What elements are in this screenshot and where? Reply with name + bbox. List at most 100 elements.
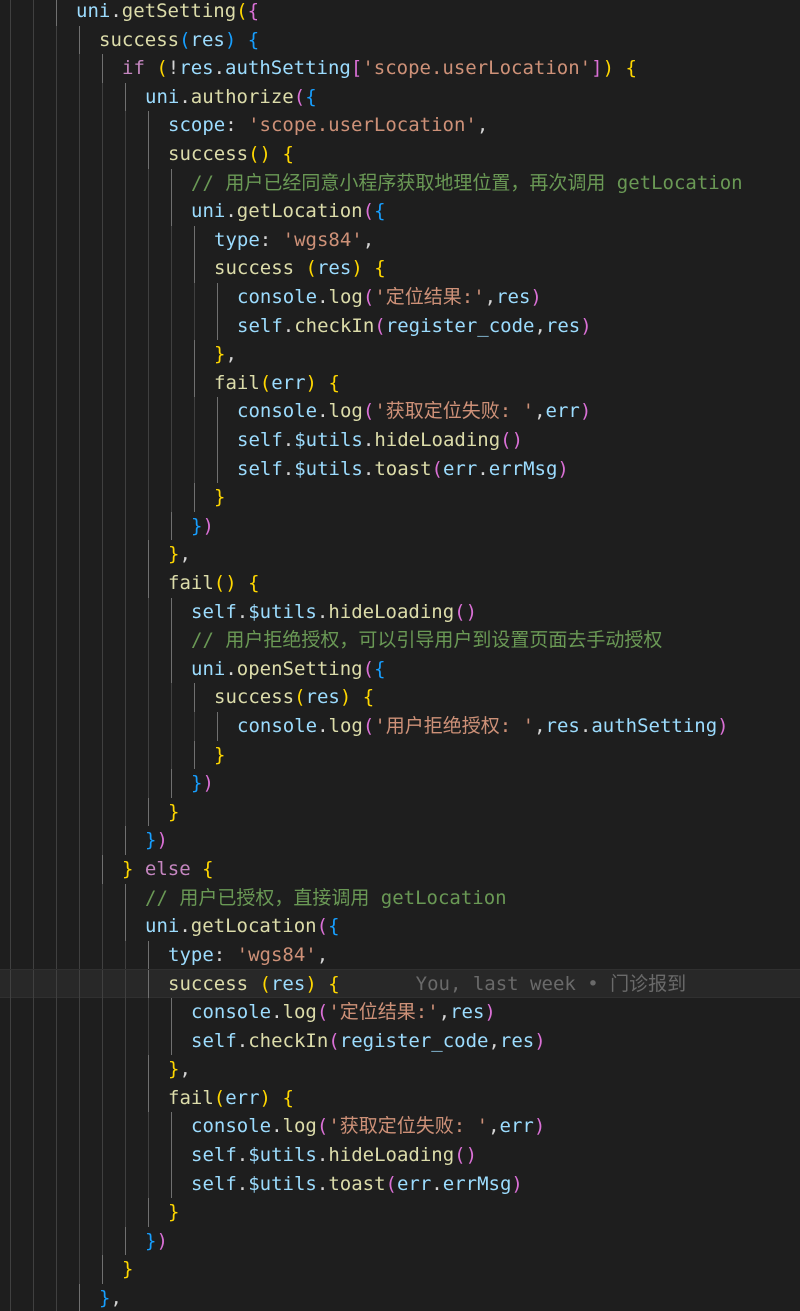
indent-guide: [79, 1112, 80, 1141]
code-token: (: [259, 973, 271, 996]
indent-guide: [56, 797, 57, 827]
code-line[interactable]: console.log('定位结果:',res): [0, 283, 800, 312]
indent-guide: [125, 769, 126, 798]
code-line[interactable]: success(res) {: [0, 25, 800, 55]
code-token: else: [144, 858, 191, 880]
indent-guide: [102, 225, 103, 255]
code-editor[interactable]: uni.getSetting({success(res) {if (!res.a…: [0, 0, 800, 1311]
code-line[interactable]: }: [0, 483, 800, 512]
indent-guide: [125, 626, 126, 655]
indent-guide: [79, 454, 80, 484]
code-token: register_code: [339, 1029, 489, 1052]
code-line[interactable]: },: [0, 340, 800, 369]
code-line[interactable]: uni.openSetting({: [0, 654, 800, 684]
code-text: type: 'wgs84',: [214, 226, 374, 255]
indent-guide: [10, 712, 11, 741]
code-token: $utils: [294, 457, 363, 480]
code-line[interactable]: success (res) {: [0, 254, 800, 283]
code-token: .: [236, 600, 249, 623]
indent-guide: [33, 454, 34, 484]
indent-guide: [79, 140, 80, 169]
code-line[interactable]: success(res) {: [0, 683, 800, 712]
code-line[interactable]: } else {: [0, 855, 800, 884]
code-line[interactable]: self.$utils.hideLoading(): [0, 426, 800, 455]
code-token: .: [179, 85, 191, 108]
code-text: success() {: [168, 140, 294, 169]
code-line[interactable]: }: [0, 740, 800, 770]
code-text: },: [168, 540, 191, 569]
code-line[interactable]: // 用户已经同意小程序获取地理位置，再次调用 getLocation: [0, 168, 800, 198]
code-line[interactable]: }: [0, 1198, 800, 1227]
code-line[interactable]: },: [0, 540, 800, 569]
code-line[interactable]: self.checkIn(register_code,res): [0, 311, 800, 341]
code-line[interactable]: fail(err) {: [0, 368, 800, 398]
code-line[interactable]: // 用户已授权，直接调用 getLocation: [0, 883, 800, 913]
code-line[interactable]: type: 'wgs84',: [0, 940, 800, 970]
code-line[interactable]: uni.getLocation({: [0, 197, 800, 226]
indent-guide: [148, 540, 149, 569]
code-line[interactable]: },: [0, 1284, 800, 1311]
indent-guide: [10, 683, 11, 712]
code-line[interactable]: }): [0, 826, 800, 855]
indent-guide: [10, 511, 11, 541]
code-line[interactable]: success (res) {You, last week • 门诊报到: [0, 969, 800, 999]
code-line[interactable]: success() {: [0, 140, 800, 169]
code-token: $utils: [294, 429, 363, 451]
code-token: uni: [145, 85, 180, 108]
code-line[interactable]: console.log('获取定位失败: ',err): [0, 397, 800, 426]
code-line[interactable]: self.checkIn(register_code,res): [0, 1026, 800, 1056]
code-line[interactable]: }): [0, 511, 800, 541]
code-text: }): [145, 1227, 168, 1256]
indent-guide: [102, 54, 103, 83]
code-token: ): [259, 1086, 271, 1109]
indent-guide: [79, 769, 80, 798]
indent-guide: [148, 1141, 149, 1170]
code-line[interactable]: // 用户拒绝授权，可以引导用户到设置页面去手动授权: [0, 626, 800, 655]
code-text: },: [99, 1284, 122, 1311]
code-token: ): [534, 1029, 546, 1052]
code-line[interactable]: console.log('定位结果:',res): [0, 998, 800, 1027]
indent-guide: [102, 597, 103, 627]
code-line[interactable]: self.$utils.hideLoading(): [0, 1141, 800, 1170]
code-token: .: [179, 915, 191, 938]
code-line[interactable]: self.$utils.toast(err.errMsg): [0, 454, 800, 484]
code-line[interactable]: uni.authorize({: [0, 82, 800, 112]
code-line[interactable]: }: [0, 1255, 800, 1284]
indent-guide: [194, 254, 195, 283]
indent-guide: [33, 426, 34, 455]
code-token: fail: [168, 1086, 214, 1109]
code-line[interactable]: uni.getSetting({: [0, 0, 800, 26]
code-line[interactable]: console.log('用户拒绝授权: ',res.authSetting): [0, 712, 800, 741]
code-line[interactable]: uni.getLocation({: [0, 912, 800, 941]
code-token: fail: [168, 572, 214, 594]
code-line[interactable]: console.log('获取定位失败: ',err): [0, 1112, 800, 1141]
code-token: authorize: [190, 85, 294, 108]
code-line[interactable]: fail(err) {: [0, 1083, 800, 1113]
indent-guide: [56, 254, 57, 283]
code-token: getSetting: [121, 0, 237, 22]
code-line[interactable]: type: 'wgs84',: [0, 225, 800, 255]
indent-guide: [33, 511, 34, 541]
indent-guide: [10, 1083, 11, 1113]
code-line[interactable]: fail() {: [0, 569, 800, 598]
code-token: {: [625, 57, 637, 80]
code-token: [: [350, 57, 363, 80]
code-line[interactable]: if (!res.authSetting['scope.userLocation…: [0, 54, 800, 83]
indent-guide: [33, 340, 34, 369]
code-line[interactable]: },: [0, 1055, 800, 1084]
indent-guide: [56, 511, 57, 541]
code-line[interactable]: self.$utils.hideLoading(): [0, 597, 800, 627]
code-line[interactable]: }: [0, 797, 800, 827]
indent-guide: [33, 569, 34, 598]
code-text: uni.openSetting({: [191, 655, 386, 684]
code-line[interactable]: scope: 'scope.userLocation',: [0, 111, 800, 140]
indent-guide: [125, 912, 126, 941]
indent-guide: [125, 454, 126, 484]
code-line[interactable]: }): [0, 1226, 800, 1256]
code-token: // 用户已经同意小程序获取地理位置，再次调用 getLocation: [191, 171, 743, 194]
indent-guide: [171, 197, 172, 226]
indent-guide: [33, 397, 34, 426]
code-line[interactable]: }): [0, 769, 800, 798]
indent-guide: [56, 25, 57, 55]
code-line[interactable]: self.$utils.toast(err.errMsg): [0, 1169, 800, 1199]
